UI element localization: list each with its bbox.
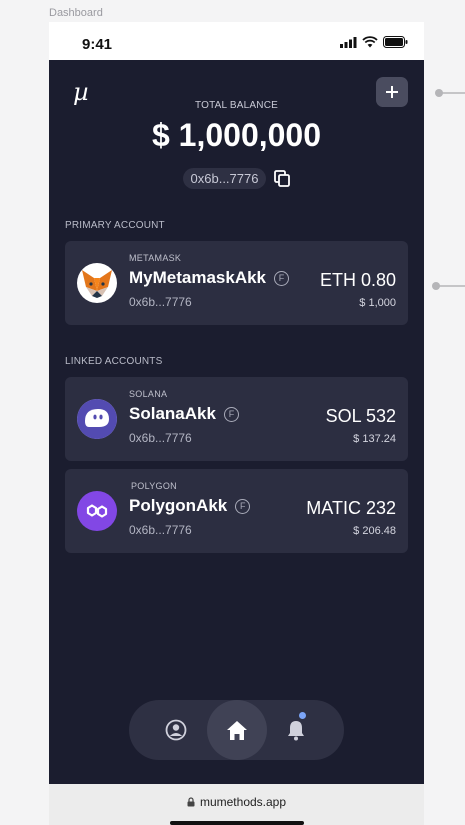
status-time: 9:41: [82, 36, 113, 53]
account-amount: MATIC 232: [306, 498, 396, 518]
wallet-address-row: 0x6b...7776: [49, 168, 424, 189]
total-balance-label: TOTAL BALANCE: [195, 100, 278, 111]
account-name-text: SolanaAkk: [129, 404, 216, 423]
linked-account-card-polygon[interactable]: POLYGON PolygonAkk F 0x6b...7776 MATIC 2…: [65, 469, 408, 553]
account-name: PolygonAkk F: [129, 496, 251, 516]
account-amount: ETH 0.80: [319, 270, 396, 290]
linked-accounts-label: LINKED ACCOUNTS: [65, 356, 163, 367]
plus-icon: [386, 86, 398, 98]
home-icon: [227, 721, 247, 740]
connector-lines: [432, 89, 465, 290]
signal-icon: [340, 36, 357, 48]
wifi-icon: [362, 36, 378, 48]
lock-icon: [187, 797, 195, 807]
browser-url-bar[interactable]: mumethods.app: [49, 784, 424, 825]
account-badge: F: [235, 498, 251, 514]
primary-account-label: PRIMARY ACCOUNT: [65, 220, 165, 231]
copy-icon[interactable]: [274, 170, 291, 187]
account-name: SolanaAkk F: [129, 404, 239, 424]
account-name: MyMetamaskAkk F: [129, 268, 290, 288]
url-row: mumethods.app: [49, 795, 424, 809]
bell-icon: [288, 721, 304, 741]
account-badge: F: [274, 270, 290, 286]
account-usd-value: $ 206.48: [353, 525, 396, 537]
nav-notifications[interactable]: [266, 700, 326, 760]
account-badge: F: [223, 406, 239, 422]
battery-icon: [383, 36, 408, 48]
primary-account-card[interactable]: METAMASK MyMetamaskAkk F 0x6b...7776 ETH…: [65, 241, 408, 325]
account-address: 0x6b...7776: [129, 523, 192, 537]
nav-profile[interactable]: [146, 700, 206, 760]
account-address: 0x6b...7776: [129, 295, 192, 309]
account-amount: SOL 532: [325, 406, 396, 426]
account-usd-value: $ 1,000: [359, 297, 396, 309]
polygon-icon: [77, 491, 117, 531]
phone-screen: 9:41 µ TOTAL BALANCE $ 1,000,000 0x6b...…: [49, 22, 424, 825]
account-provider: POLYGON: [131, 481, 177, 491]
notification-dot: [299, 712, 306, 719]
url-text: mumethods.app: [199, 795, 287, 809]
account-usd-value: $ 137.24: [353, 433, 396, 445]
nav-home[interactable]: [207, 700, 267, 760]
frame-label: Dashboard: [49, 7, 103, 19]
account-name-text: MyMetamaskAkk: [129, 268, 267, 287]
status-bar: 9:41: [49, 22, 424, 60]
bottom-nav: [129, 700, 344, 760]
solana-ghost-icon: [77, 399, 117, 439]
metamask-fox-icon: [77, 263, 117, 303]
linked-account-card-solana[interactable]: SOLANA SolanaAkk F 0x6b...7776 SOL 532 $…: [65, 377, 408, 461]
wallet-address: 0x6b...7776: [182, 168, 267, 189]
status-icons: [340, 36, 408, 48]
total-balance-value: $ 1,000,000: [151, 117, 322, 153]
account-provider: METAMASK: [129, 253, 182, 263]
account-name-text: PolygonAkk: [129, 496, 228, 515]
profile-icon: [165, 719, 187, 741]
account-address: 0x6b...7776: [129, 431, 192, 445]
account-provider: SOLANA: [129, 389, 168, 399]
home-indicator: [170, 821, 304, 825]
